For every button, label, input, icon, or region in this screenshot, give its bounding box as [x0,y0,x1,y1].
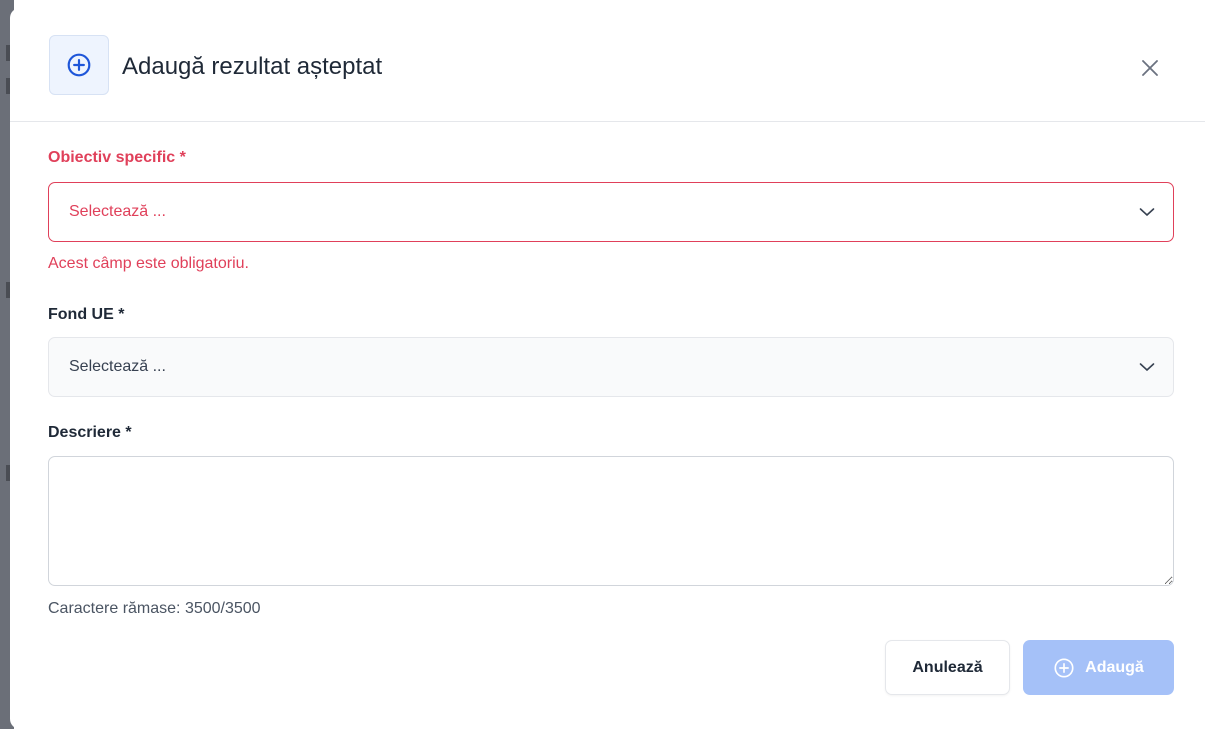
fund-select-placeholder: Selectează ... [69,358,166,375]
fund-label: Fond UE * [48,306,125,323]
chevron-down-icon [1139,208,1155,216]
close-button[interactable] [1130,50,1170,86]
header-icon-box [49,35,109,95]
description-label: Descriere * [48,424,132,441]
cancel-button[interactable]: Anulează [885,640,1010,695]
objective-error-message: Acest câmp este obligatoriu. [48,255,249,272]
description-textarea[interactable] [48,456,1174,586]
add-expected-result-dialog: Adaugă rezultat așteptat Obiectiv specif… [10,8,1205,729]
remaining-characters: Caractere rămase: 3500/3500 [48,600,261,617]
dialog-title: Adaugă rezultat așteptat [122,53,383,80]
chevron-down-icon [1139,363,1155,371]
add-button[interactable]: Adaugă [1023,640,1174,695]
objective-select-placeholder: Selectează ... [69,203,166,220]
dialog-header: Adaugă rezultat așteptat [10,8,1205,122]
plus-circle-icon [67,53,91,77]
plus-circle-icon [1054,657,1074,678]
fund-select[interactable]: Selectează ... [48,337,1174,397]
objective-select[interactable]: Selectează ... [48,182,1174,242]
objective-label: Obiectiv specific * [48,149,186,166]
close-icon [1142,60,1158,76]
add-button-label: Adaugă [1085,658,1144,676]
